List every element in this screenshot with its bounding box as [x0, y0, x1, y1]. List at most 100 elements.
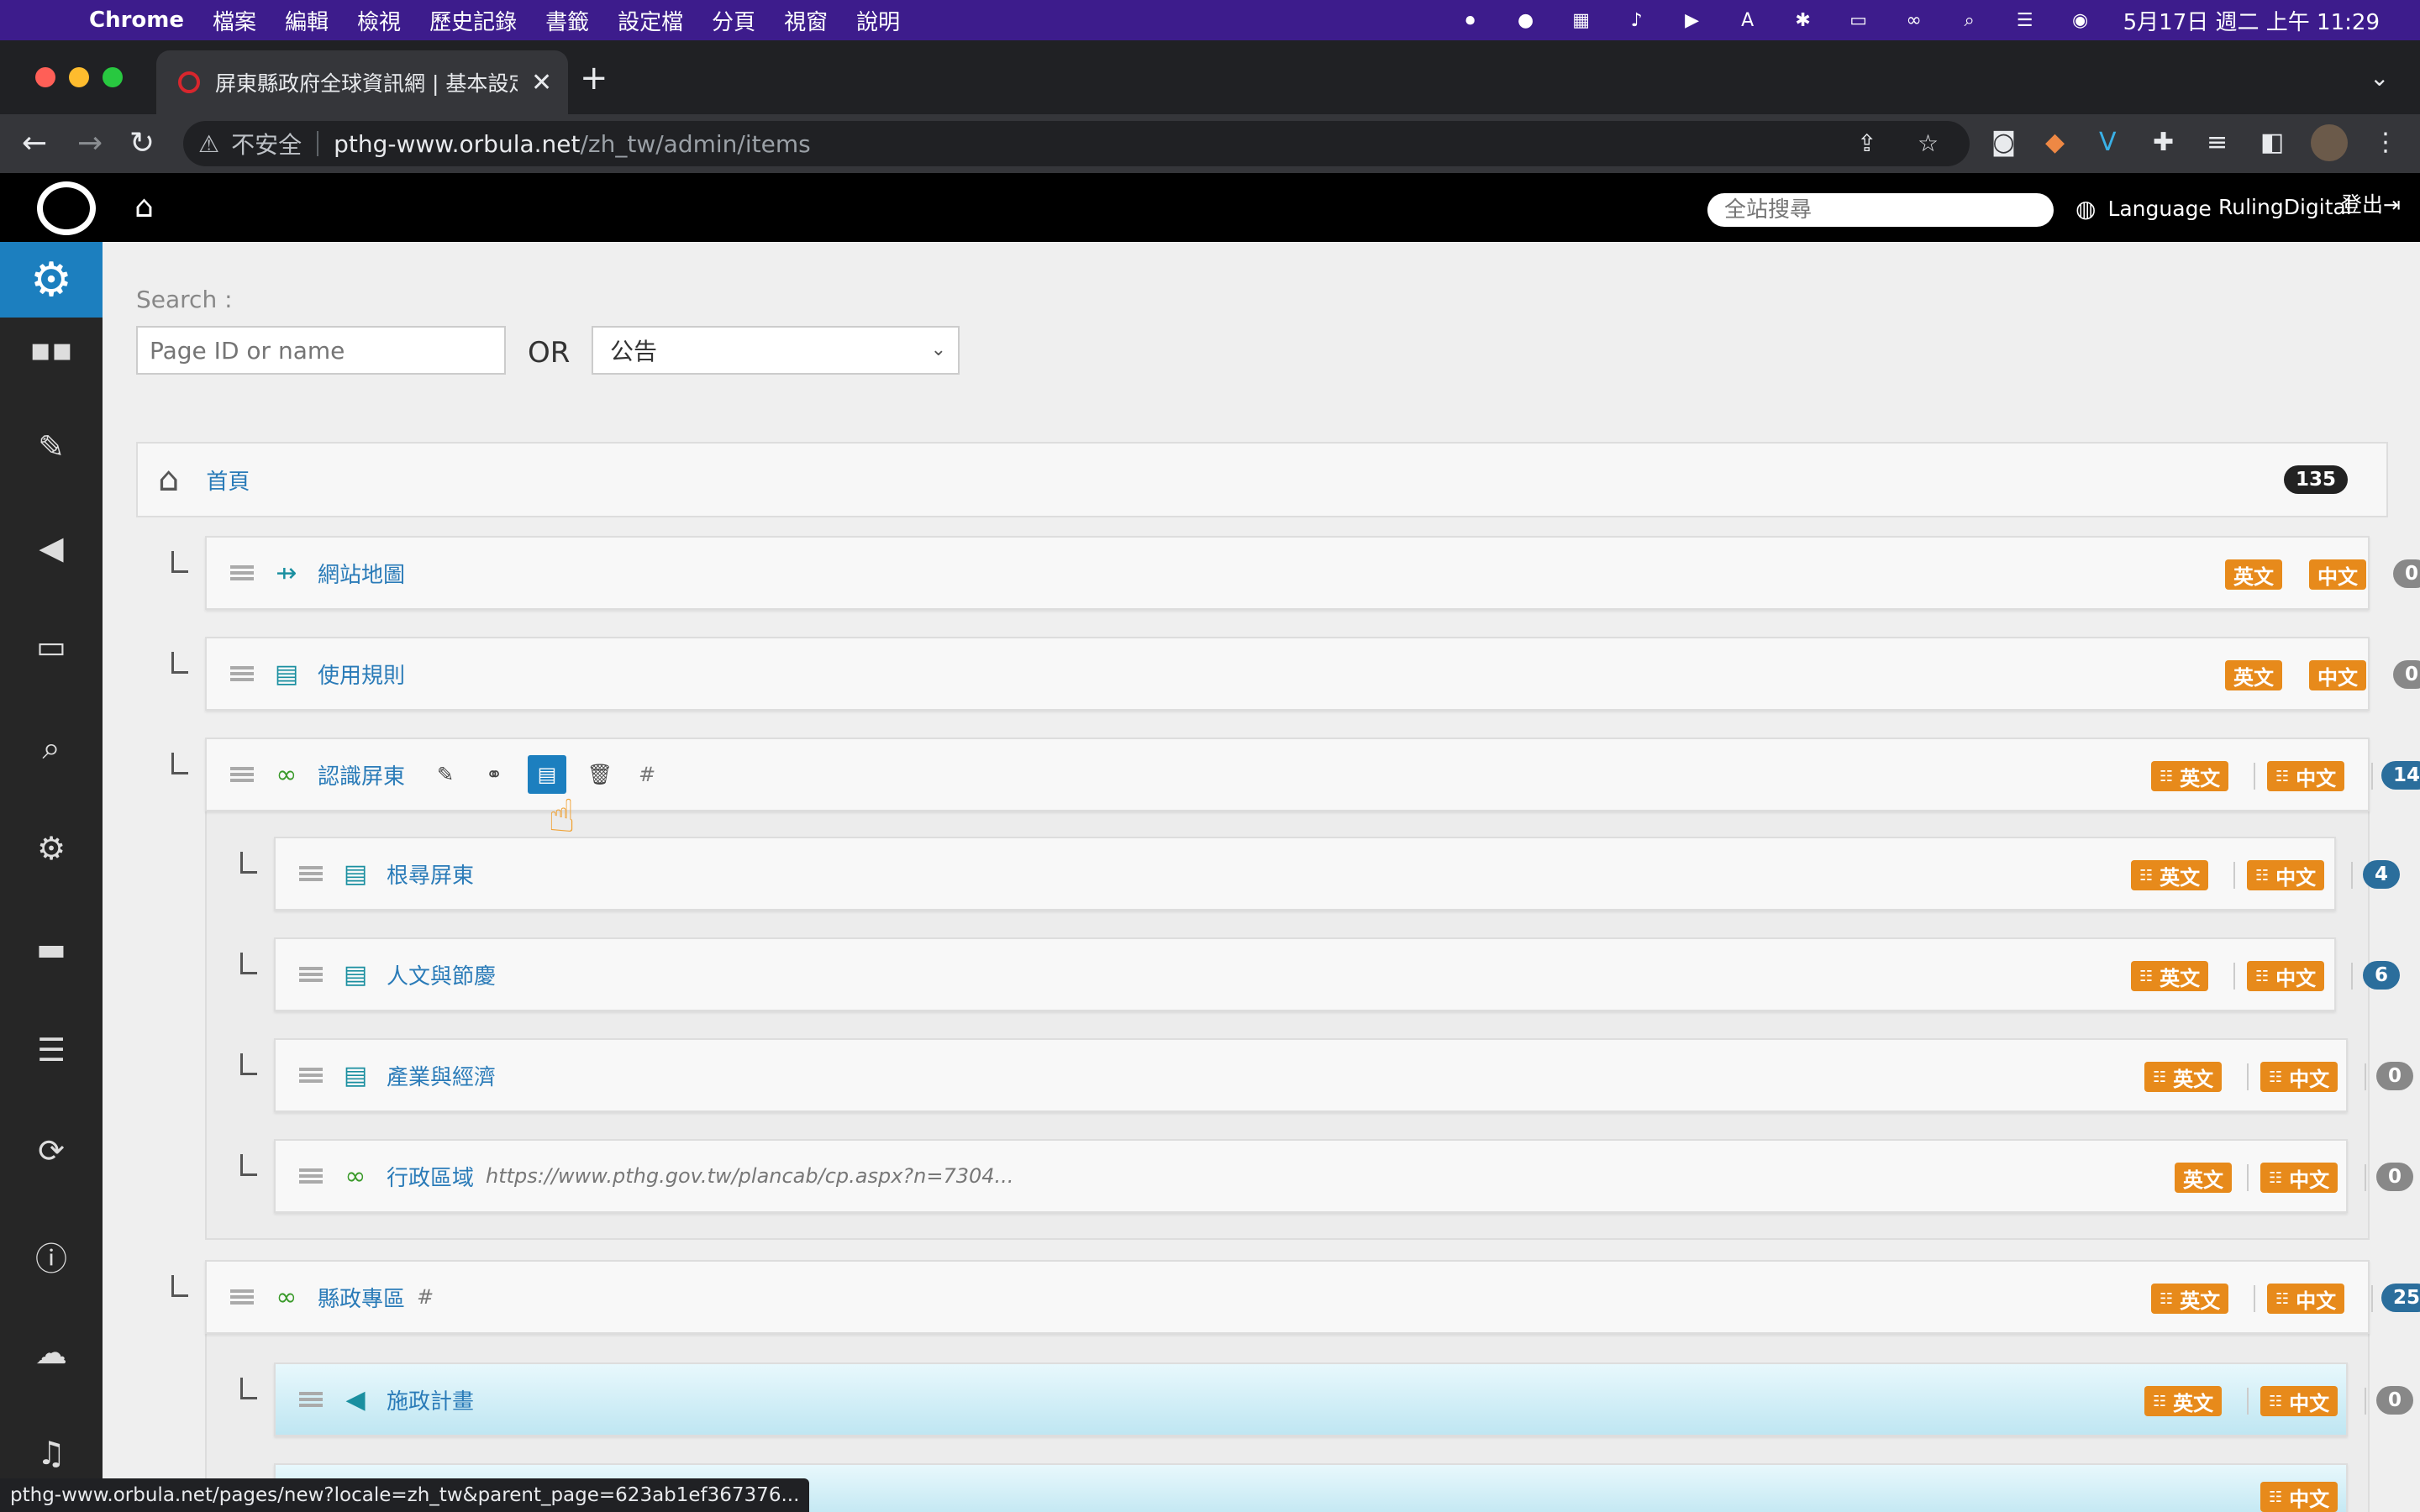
- tree-row-districts[interactable]: ∞ 行政區域 https://www.pthg.gov.tw/plancab/c…: [274, 1139, 2414, 1213]
- link-icon[interactable]: ∞: [1902, 8, 1927, 33]
- page-link[interactable]: 認識屏東: [318, 759, 405, 790]
- color-extension-icon[interactable]: ◆: [2045, 128, 2065, 157]
- link-icon[interactable]: ⚭: [479, 758, 509, 791]
- play-icon[interactable]: ▶: [1680, 8, 1705, 33]
- chinese-badge[interactable]: ☷ 中文: [2260, 1482, 2338, 1512]
- root-page-link[interactable]: 首頁: [206, 465, 250, 496]
- media-control-icon[interactable]: ≡: [2207, 128, 2228, 157]
- bookmark-star-icon[interactable]: ☆: [1918, 129, 1939, 157]
- sidebar-item-info[interactable]: ⓘ: [0, 1233, 103, 1279]
- vimeo-extension-icon[interactable]: V: [2099, 128, 2117, 157]
- battery-icon[interactable]: ▭: [1846, 8, 1871, 33]
- drag-handle-icon[interactable]: [299, 1168, 323, 1184]
- drag-handle-icon[interactable]: [299, 967, 323, 982]
- page-link[interactable]: 產業與經濟: [387, 1060, 496, 1091]
- english-badge[interactable]: ☷ 英文: [2151, 761, 2229, 791]
- chinese-badge[interactable]: 中文: [2309, 559, 2366, 590]
- logout-link[interactable]: 登出⇥: [2341, 188, 2401, 218]
- side-panel-icon[interactable]: ◧: [2260, 128, 2284, 157]
- chinese-badge[interactable]: ☷ 中文: [2267, 1284, 2345, 1314]
- english-badge[interactable]: 英文: [2225, 559, 2282, 590]
- drag-handle-icon[interactable]: [299, 866, 323, 881]
- menu-history[interactable]: 歷史記錄: [429, 5, 517, 36]
- english-badge[interactable]: 英文: [2225, 660, 2282, 690]
- chrome-menu-icon[interactable]: ⋮: [2373, 128, 2398, 157]
- control-center-icon[interactable]: ☰: [2012, 8, 2038, 33]
- sidebar-item-design[interactable]: ✎: [0, 428, 103, 465]
- tree-root-row[interactable]: ⌂ 首頁 135: [136, 442, 2388, 517]
- extensions-puzzle-icon[interactable]: ✚: [2153, 128, 2174, 157]
- menu-help[interactable]: 說明: [856, 5, 900, 36]
- menu-profiles[interactable]: 設定檔: [618, 5, 683, 36]
- menu-window[interactable]: 視窗: [784, 5, 828, 36]
- forward-button[interactable]: →: [77, 126, 103, 160]
- sidebar-item-dashboard[interactable]: ▪▪: [0, 331, 103, 368]
- new-page-icon[interactable]: ▤: [528, 755, 567, 794]
- hash-link[interactable]: #: [639, 763, 655, 786]
- window-zoom-icon[interactable]: [103, 67, 123, 87]
- tree-row-sitemap[interactable]: ⇸ 網站地圖 英文 中文 0: [205, 536, 2420, 610]
- english-badge[interactable]: 英文: [2175, 1163, 2232, 1193]
- menu-edit[interactable]: 編輯: [285, 5, 329, 36]
- hash-link[interactable]: #: [417, 1285, 434, 1309]
- window-close-icon[interactable]: [35, 67, 55, 87]
- security-status[interactable]: 不安全: [231, 127, 302, 160]
- english-badge[interactable]: ☷ 英文: [2131, 860, 2209, 890]
- english-badge[interactable]: ☷ 英文: [2151, 1284, 2229, 1314]
- shortcut-icon[interactable]: ♪: [1624, 8, 1649, 33]
- sidebar-item-music[interactable]: ♫: [0, 1435, 103, 1472]
- menu-bookmarks[interactable]: 書籤: [545, 5, 589, 36]
- back-button[interactable]: ←: [22, 126, 47, 160]
- page-link[interactable]: 人文與節慶: [387, 959, 496, 990]
- chinese-badge[interactable]: ☷ 中文: [2247, 860, 2325, 890]
- camera-extension-icon[interactable]: ◙: [1991, 128, 2016, 157]
- chinese-badge[interactable]: ☷ 中文: [2267, 761, 2345, 791]
- sidebar-item-pages[interactable]: ▭: [0, 628, 103, 665]
- drag-handle-icon[interactable]: [230, 1289, 254, 1305]
- siri-icon[interactable]: ◉: [2068, 8, 2093, 33]
- drag-handle-icon[interactable]: [299, 1392, 323, 1407]
- page-link[interactable]: 根尋屏東: [387, 858, 474, 890]
- sidebar-item-settings-active[interactable]: ⚙: [0, 242, 103, 318]
- tree-row-about-pingtung[interactable]: ∞ 認識屏東 ✎ ⚭ ▤ 🗑 # ☷ 英文 ☷ 中文 14: [205, 738, 2420, 811]
- sidebar-item-download[interactable]: ☁: [0, 1334, 103, 1371]
- sidebar-item-list[interactable]: ☰: [0, 1032, 103, 1068]
- page-id-input[interactable]: [136, 326, 506, 375]
- page-link[interactable]: 行政區域: [387, 1161, 474, 1192]
- tree-row-county-affairs[interactable]: ∞ 縣政專區 # ☷ 英文 ☷ 中文 25: [205, 1260, 2420, 1334]
- page-link[interactable]: 縣政專區: [318, 1282, 405, 1313]
- menu-app-name[interactable]: Chrome: [89, 8, 184, 33]
- chinese-badge[interactable]: ☷ 中文: [2247, 961, 2325, 991]
- module-type-select[interactable]: 公告 ⌄: [592, 326, 960, 375]
- input-method-icon[interactable]: A: [1735, 8, 1760, 33]
- tree-row-industry[interactable]: ▤ 產業與經濟 ☷ 英文 ☷ 中文 0: [274, 1038, 2414, 1112]
- browser-tab-active[interactable]: 屏東縣政府全球資訊網 | 基本設定 ✕: [156, 50, 568, 114]
- sidebar-item-card[interactable]: ▬: [0, 931, 103, 968]
- sidebar-item-search[interactable]: ⌕: [0, 729, 103, 767]
- chinese-badge[interactable]: 中文: [2309, 660, 2366, 690]
- menu-file[interactable]: 檔案: [213, 5, 256, 36]
- menu-view[interactable]: 檢視: [357, 5, 401, 36]
- calendar-icon[interactable]: ▦: [1569, 8, 1594, 33]
- window-minimize-icon[interactable]: [69, 67, 89, 87]
- chinese-badge[interactable]: ☷ 中文: [2260, 1163, 2338, 1193]
- sidebar-item-announcement[interactable]: ◀: [0, 529, 103, 566]
- tab-close-icon[interactable]: ✕: [531, 68, 552, 97]
- drag-handle-icon[interactable]: [230, 565, 254, 580]
- warning-icon[interactable]: ⚠: [198, 130, 219, 158]
- page-link[interactable]: 使用規則: [318, 659, 405, 690]
- drag-handle-icon[interactable]: [230, 666, 254, 681]
- tree-row-culture[interactable]: ▤ 人文與節慶 ☷ 英文 ☷ 中文 6: [274, 937, 2401, 1011]
- orbula-logo[interactable]: [37, 181, 96, 235]
- home-icon[interactable]: ⌂: [134, 190, 154, 224]
- reload-button[interactable]: ↻: [129, 126, 155, 160]
- drag-handle-icon[interactable]: [299, 1068, 323, 1083]
- english-badge[interactable]: ☷ 英文: [2144, 1062, 2223, 1092]
- user-name[interactable]: RulingDigital: [2218, 195, 2352, 219]
- sidebar-item-config[interactable]: ⚙: [0, 830, 103, 867]
- page-link[interactable]: 施政計畫: [387, 1384, 474, 1415]
- sidebar-item-sync[interactable]: ⟳: [0, 1132, 103, 1169]
- page-link[interactable]: 網站地圖: [318, 558, 405, 589]
- tree-row-roots[interactable]: ▤ 根尋屏東 ☷ 英文 ☷ 中文 4: [274, 837, 2401, 911]
- english-badge[interactable]: ☷ 英文: [2144, 1386, 2223, 1416]
